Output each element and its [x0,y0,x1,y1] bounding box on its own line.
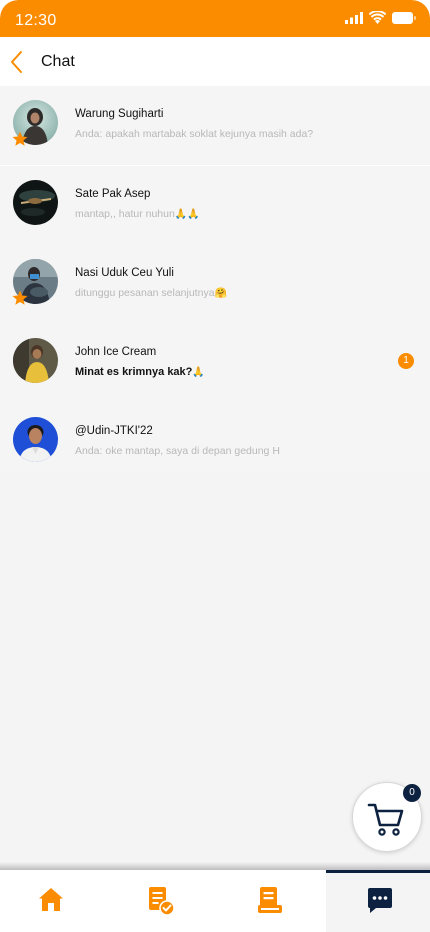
avatar [13,417,58,462]
page-title: Chat [41,53,75,70]
unread-badge: 1 [398,353,414,369]
chevron-left-icon [11,51,22,73]
chat-preview: Anda: apakah martabak soklat kejunya mas… [75,128,314,140]
chat-item-warung-sugiharti[interactable]: Warung Sugiharti Anda: apakah martabak s… [0,86,430,165]
status-time: 12:30 [15,12,57,29]
chat-name: Sate Pak Asep [75,188,151,200]
chat-list: Warung Sugiharti Anda: apakah martabak s… [0,86,430,471]
nav-chat[interactable] [326,870,430,932]
app-screen: 12:30 Chat Warung Sugiharti Anda: apakah… [0,0,430,932]
wifi-icon [369,11,386,24]
chat-preview: Anda: oke mantap, saya di depan gedung H [75,445,280,457]
chat-item-sate-pak-asep[interactable]: Sate Pak Asep mantap,, hatur nuhun🙏🙏 [0,166,430,245]
chat-preview: mantap,, hatur nuhun🙏🙏 [75,208,200,220]
chat-item-udin-jtki22[interactable]: @Udin-JTKI'22 Anda: oke mantap, saya di … [0,403,430,471]
status-bar: 12:30 [0,0,430,37]
bottom-nav-shadow [0,862,430,870]
chat-item-nasi-uduk-ceu-yuli[interactable]: Nasi Uduk Ceu Yuli ditunggu pesanan sela… [0,245,430,324]
avatar [13,338,58,383]
shopping-cart-icon [367,803,404,836]
chat-name: Warung Sugiharti [75,108,164,120]
chat-bubble-icon [368,888,392,913]
chat-name: John Ice Cream [75,346,157,358]
status-icons [345,11,416,24]
chat-name: @Udin-JTKI'22 [75,425,153,437]
favorite-star-icon [12,290,28,305]
bottom-nav [0,870,430,932]
nav-orders[interactable] [110,870,214,932]
home-icon [39,888,63,911]
nav-history[interactable] [220,870,324,932]
receipt-icon [258,887,282,913]
favorite-star-icon [12,131,28,146]
cart-count-badge: 0 [403,784,421,802]
back-button[interactable] [6,49,28,75]
chat-name: Nasi Uduk Ceu Yuli [75,267,174,279]
order-check-icon [149,887,175,916]
cart-button[interactable]: 0 [352,782,422,852]
battery-icon [392,11,416,24]
signal-icon [345,11,363,24]
avatar [13,180,58,225]
chat-preview: ditunggu pesanan selanjutnya🤗 [75,287,227,299]
nav-home[interactable] [0,870,104,932]
chat-preview: Minat es krimnya kak?🙏 [75,366,205,378]
app-header: Chat [0,37,430,86]
chat-item-john-ice-cream[interactable]: John Ice Cream Minat es krimnya kak?🙏 1 [0,324,430,403]
